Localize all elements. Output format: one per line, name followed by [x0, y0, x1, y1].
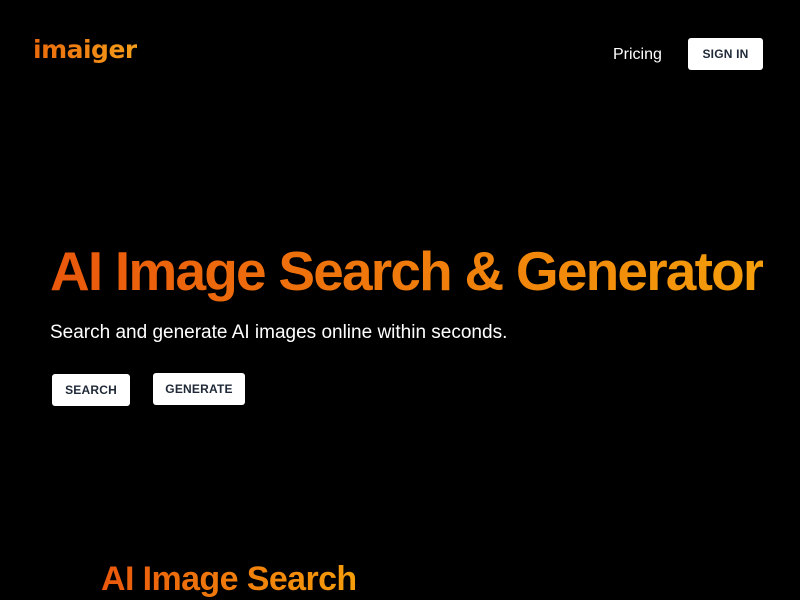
search-button[interactable]: SEARCH: [52, 374, 130, 406]
hero-subtitle: Search and generate AI images online wit…: [50, 322, 508, 343]
sign-in-button[interactable]: SIGN IN: [688, 38, 763, 70]
generate-button[interactable]: GENERATE: [153, 373, 245, 405]
page: imaiger Pricing SIGN IN AI Image Search …: [0, 0, 800, 600]
hero-title: AI Image Search & Generator: [50, 240, 764, 302]
section-title: AI Image Search: [101, 557, 357, 600]
nav-link-pricing[interactable]: Pricing: [613, 45, 662, 65]
imaiger-logo[interactable]: imaiger: [33, 34, 137, 66]
